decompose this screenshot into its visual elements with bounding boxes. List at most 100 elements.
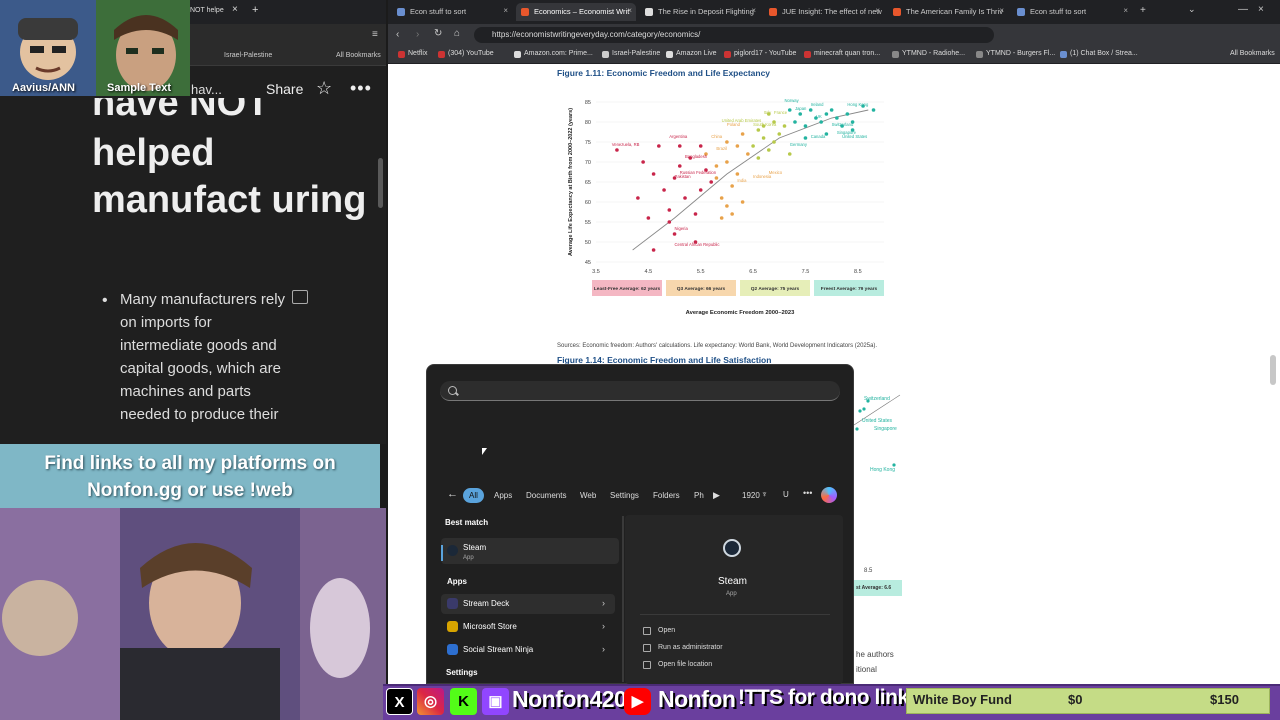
chevron-right-icon[interactable]: › <box>602 621 605 631</box>
app-stream-deck[interactable]: Stream Deck › <box>441 594 615 614</box>
close-icon[interactable]: × <box>751 6 756 15</box>
action-open-file-location[interactable]: Open file location <box>658 661 712 668</box>
bookmark-item[interactable]: Israel-Palestine <box>602 50 660 58</box>
life-expectancy-scatter-chart: 45 50 55 60 65 70 75 80 85 3.5 4.5 5.5 6.5 7.5 8.5 Aver… <box>568 98 884 316</box>
x-tick-label: 7.5 <box>802 269 810 275</box>
tab-3[interactable]: The Rise in Deposit Flighting × <box>640 3 760 21</box>
more-options-icon[interactable]: ••• <box>803 488 812 498</box>
best-match-steam[interactable]: Steam App <box>441 538 619 564</box>
bookmark-item[interactable]: (304) YouTube <box>438 50 494 58</box>
bookmark-item[interactable]: (1) Chat Box / Strea... <box>1060 50 1138 58</box>
close-icon[interactable]: × <box>999 6 1004 15</box>
tab-2[interactable]: Economics – Economist Writ × <box>516 3 636 21</box>
selection-indicator <box>441 545 443 561</box>
reload-icon[interactable]: ↻ <box>434 28 442 39</box>
filter-documents[interactable]: Documents <box>520 488 572 503</box>
y-tick-label: 80 <box>585 120 591 126</box>
tab-favicon <box>397 8 405 16</box>
copilot-icon[interactable] <box>821 487 837 503</box>
star-icon[interactable]: ☆ <box>316 78 332 99</box>
forward-icon[interactable]: › <box>416 29 419 40</box>
bookmark-item[interactable]: Netflix <box>398 50 427 58</box>
data-point <box>719 216 724 220</box>
rewards-icon[interactable]: ♆ <box>761 489 768 499</box>
close-window-icon[interactable]: × <box>1258 4 1264 15</box>
doc-heading: helped manufact uring <box>92 132 367 221</box>
back-icon[interactable]: ‹ <box>396 29 399 40</box>
country-label: Switzerland <box>832 122 854 127</box>
tts-notice: !TTS for dono link <box>738 686 909 709</box>
minimize-icon[interactable]: — <box>1238 4 1248 15</box>
filter-photos[interactable]: Ph <box>688 488 710 503</box>
close-icon[interactable]: × <box>1123 6 1128 15</box>
all-bookmarks[interactable]: All Bookmarks <box>336 52 381 59</box>
chevron-right-icon[interactable]: › <box>602 598 605 608</box>
figure-1-11-title: Figure 1.11: Economic Freedom and Life E… <box>557 68 771 78</box>
comment-icon[interactable] <box>292 290 308 304</box>
new-tab-icon[interactable]: + <box>252 4 258 16</box>
share-button[interactable]: Share <box>266 81 303 97</box>
app-microsoft-store[interactable]: Microsoft Store › <box>441 617 615 637</box>
home-icon[interactable]: ⌂ <box>454 28 460 39</box>
left-scrollbar[interactable] <box>378 158 383 208</box>
data-point <box>777 132 782 136</box>
data-point <box>636 196 640 200</box>
all-bookmarks[interactable]: All Bookmarks <box>1220 50 1275 57</box>
tab-4[interactable]: JUE Insight: The effect of new × <box>764 3 884 21</box>
filter-apps[interactable]: Apps <box>488 488 518 503</box>
tab-label: JUE Insight: The effect of new <box>782 7 882 16</box>
data-point <box>751 144 755 148</box>
back-arrow-icon[interactable]: ← <box>447 488 458 500</box>
bookmark-item[interactable]: minecraft quan tron... <box>804 50 880 58</box>
data-point <box>615 148 619 152</box>
filter-all[interactable]: All <box>463 488 484 503</box>
tab-6[interactable]: Econ stuff to sort × <box>1012 3 1132 21</box>
page-scrollbar[interactable] <box>1270 355 1276 385</box>
bookmark-item[interactable]: Amazon.com: Prime... <box>514 50 593 58</box>
bookmark-favicon <box>438 51 445 58</box>
close-icon[interactable]: × <box>232 4 238 15</box>
close-icon[interactable]: × <box>875 6 880 15</box>
kick-icon: K <box>450 688 477 715</box>
data-point <box>740 132 745 136</box>
results-scrollbar[interactable] <box>622 516 624 682</box>
country-label: China <box>711 134 723 139</box>
band-label: Freest Average: 79 years <box>821 286 878 292</box>
youtube-icon: ▶ <box>624 688 651 715</box>
search-input[interactable] <box>440 381 840 401</box>
bookmark-item[interactable]: Amazon Live <box>666 50 716 58</box>
filter-settings[interactable]: Settings <box>604 488 645 503</box>
bookmark-item[interactable]: piglord17 - YouTube <box>724 50 796 58</box>
close-icon[interactable]: × <box>627 6 632 15</box>
left-tab-label[interactable]: NOT helpe <box>190 7 224 14</box>
bookmark-israel-palestine[interactable]: Israel-Palestine <box>224 52 272 59</box>
close-icon[interactable]: × <box>503 6 508 15</box>
handle-nonfon: Nonfon <box>658 686 736 712</box>
action-open[interactable]: Open <box>658 627 675 634</box>
more-options-icon[interactable]: ••• <box>350 78 372 99</box>
filter-folders[interactable]: Folders <box>647 488 686 503</box>
points-counter: 1920 <box>742 491 760 500</box>
best-match-name: Steam <box>463 543 487 552</box>
data-point <box>667 220 672 224</box>
tab-5[interactable]: The American Family Is Thriv × <box>888 3 1008 21</box>
filter-web[interactable]: Web <box>574 488 602 503</box>
x-logo-icon: X <box>386 688 413 715</box>
page-text-fragment: itional <box>856 665 877 674</box>
y-tick-label: 60 <box>585 200 591 206</box>
menu-icon[interactable]: ≡ <box>372 29 378 40</box>
data-point <box>693 212 698 216</box>
bookmark-item[interactable]: YTMND - Radiohe... <box>892 50 965 58</box>
fig2-point <box>862 407 866 411</box>
tab-1[interactable]: Econ stuff to sort × <box>392 3 512 21</box>
bookmark-item[interactable]: YTMND - Burgers Fl... <box>976 50 1055 58</box>
user-avatar[interactable]: U <box>783 490 789 499</box>
app-social-stream-ninja[interactable]: Social Stream Ninja › <box>441 640 615 660</box>
action-run-as-admin[interactable]: Run as administrator <box>658 644 723 651</box>
tab-search-icon[interactable]: ⌄ <box>1188 4 1196 15</box>
chevron-right-icon[interactable]: › <box>602 644 605 654</box>
new-tab-icon[interactable]: + <box>1140 5 1146 16</box>
address-bar[interactable]: https://economistwritingeveryday.com/cat… <box>474 27 994 43</box>
play-icon[interactable]: ▶ <box>713 490 720 501</box>
fig2-point <box>858 409 862 413</box>
